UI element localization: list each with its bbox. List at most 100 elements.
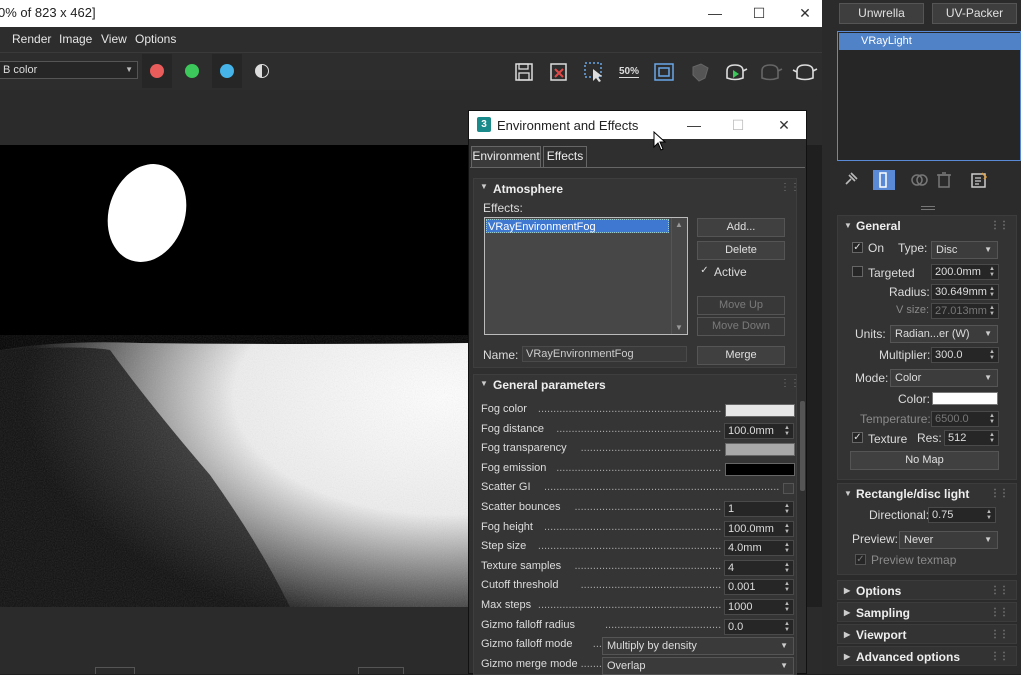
object-list[interactable]: VRayLight (837, 31, 1021, 161)
menu-render[interactable]: Render (12, 32, 51, 46)
directional-spinner[interactable]: 0.75 ▲ ▼ (928, 507, 996, 523)
zoom-50-icon[interactable]: 50% (618, 61, 640, 83)
viewport-rollout[interactable]: ▶ Viewport ⋮⋮ (837, 624, 1017, 644)
panel-resize-grip[interactable] (921, 206, 935, 210)
param-dropdown[interactable]: Multiply by density ▼ (602, 637, 794, 655)
unwrella-button[interactable]: Unwrella (839, 3, 924, 24)
no-map-button[interactable]: No Map (850, 451, 999, 470)
preview-texmap-checkbox[interactable]: ✓ (855, 554, 866, 565)
shield-icon[interactable] (689, 61, 711, 83)
modifier-stack-icon[interactable] (873, 170, 895, 190)
blue-channel-toggle[interactable] (212, 54, 242, 88)
temperature-spinner[interactable]: 6500.0 ▲ ▼ (931, 411, 999, 427)
red-channel-toggle[interactable] (142, 54, 172, 88)
menu-image[interactable]: Image (59, 32, 92, 46)
effects-list-scrollbar[interactable]: ▲ ▼ (671, 218, 687, 334)
trash-icon[interactable] (934, 170, 954, 190)
grip-icon: ⋮⋮ (990, 607, 1009, 618)
dialog-scrollbar[interactable] (800, 401, 805, 491)
active-checkbox[interactable]: ✓ (699, 266, 710, 277)
param-spinner[interactable]: 100.0mm ▲ ▼ (724, 521, 794, 537)
mode-label: Mode: (855, 371, 889, 385)
configure-icon[interactable] (969, 170, 989, 190)
teapot-icon[interactable] (792, 61, 818, 83)
param-label: Fog transparency (481, 442, 567, 454)
param-spinner[interactable]: 1 ▲ ▼ (724, 501, 794, 517)
multiplier-spinner[interactable]: 300.0 ▲ ▼ (931, 347, 999, 363)
render-region-teapot-icon[interactable] (757, 61, 783, 83)
uv-packer-button[interactable]: UV-Packer (932, 3, 1017, 24)
panel-separator[interactable] (822, 0, 830, 674)
texture-checkbox[interactable]: ✓ (852, 432, 863, 443)
channel-select[interactable]: B color ▼ (0, 61, 138, 79)
menu-options[interactable]: Options (135, 32, 176, 46)
maximize-button[interactable]: ☐ (746, 3, 772, 23)
move-down-button[interactable]: Move Down (697, 317, 785, 336)
dialog-title: Environment and Effects (497, 118, 639, 133)
vsize-spinner[interactable]: 27.013mm ▲ ▼ (931, 303, 999, 319)
targeted-spinner[interactable]: 200.0mm ▲ ▼ (931, 264, 999, 280)
pin-icon[interactable] (840, 170, 860, 190)
rectangle-rollout-header[interactable]: ▼ Rectangle/disc light ⋮⋮ (838, 484, 1016, 504)
merge-button[interactable]: Merge (697, 346, 785, 365)
make-unique-icon[interactable] (909, 170, 929, 190)
param-dropdown[interactable]: Overlap ▼ (602, 657, 794, 675)
mode-dropdown[interactable]: Color ▼ (890, 369, 998, 387)
object-list-item[interactable]: VRayLight (839, 33, 1021, 50)
param-spinner[interactable]: 100.0mm ▲ ▼ (724, 423, 794, 439)
preview-dropdown[interactable]: Never ▼ (899, 531, 998, 549)
param-value: 0.0 (728, 621, 744, 633)
dialog-maximize-button[interactable]: ☐ (725, 115, 751, 135)
options-rollout[interactable]: ▶ Options ⋮⋮ (837, 580, 1017, 600)
spinner-arrows-icon: ▲ ▼ (784, 621, 790, 633)
param-label: Fog emission (481, 462, 547, 474)
res-label: Res: (917, 431, 942, 445)
green-channel-toggle[interactable] (177, 54, 207, 88)
close-button[interactable]: ✕ (792, 3, 818, 23)
dialog-minimize-button[interactable]: — (681, 115, 707, 135)
effects-list[interactable]: VRayEnvironmentFog ▲ ▼ (484, 217, 688, 335)
region-select-icon[interactable] (583, 61, 605, 83)
param-spinner[interactable]: 4.0mm ▲ ▼ (724, 540, 794, 556)
add-button[interactable]: Add... (697, 218, 785, 237)
param-spinner[interactable]: 1000 ▲ ▼ (724, 599, 794, 615)
param-spinner[interactable]: 0.001 ▲ ▼ (724, 579, 794, 595)
units-dropdown[interactable]: Radian...er (W) ▼ (890, 325, 998, 343)
type-dropdown[interactable]: Disc ▼ (931, 241, 998, 259)
tab-environment[interactable]: Environment (471, 146, 541, 167)
effects-list-item[interactable]: VRayEnvironmentFog (486, 219, 669, 233)
param-label: Scatter bounces (481, 501, 561, 513)
advanced-options-rollout[interactable]: ▶ Advanced options ⋮⋮ (837, 646, 1017, 666)
delete-button[interactable]: Delete (697, 241, 785, 260)
color-swatch[interactable] (932, 392, 998, 405)
dialog-titlebar[interactable]: 3 Environment and Effects — ☐ ✕ (469, 111, 806, 151)
timeline-slot (358, 667, 404, 674)
targeted-checkbox[interactable] (852, 266, 863, 277)
render-teapot-icon[interactable] (722, 61, 748, 83)
param-spinner[interactable]: 0.0 ▲ ▼ (724, 619, 794, 635)
radius-spinner[interactable]: 30.649mm ▲ ▼ (931, 284, 999, 300)
on-checkbox[interactable]: ✓ (852, 242, 863, 253)
alpha-channel-icon[interactable] (255, 64, 269, 78)
move-up-button[interactable]: Move Up (697, 296, 785, 315)
sampling-rollout[interactable]: ▶ Sampling ⋮⋮ (837, 602, 1017, 622)
minimize-button[interactable]: — (702, 3, 728, 23)
param-spinner[interactable]: 4 ▲ ▼ (724, 560, 794, 576)
dialog-close-button[interactable]: ✕ (771, 115, 797, 135)
menu-view[interactable]: View (101, 32, 127, 46)
color-swatch[interactable] (725, 404, 795, 417)
leader-dots: ........................................… (537, 540, 722, 552)
param-value: 0.001 (728, 581, 756, 593)
color-swatch[interactable] (725, 463, 795, 476)
tab-effects[interactable]: Effects (543, 146, 587, 167)
chevron-down-icon: ▼ (780, 661, 788, 670)
color-swatch[interactable] (725, 443, 795, 456)
save-icon[interactable] (513, 61, 535, 83)
param-checkbox[interactable] (783, 483, 794, 494)
name-field[interactable]: VRayEnvironmentFog (522, 346, 687, 362)
general-rollout-header[interactable]: ▼ General ⋮⋮ (838, 216, 1016, 236)
res-spinner[interactable]: 512 ▲ ▼ (944, 430, 999, 446)
clear-icon[interactable] (548, 61, 570, 83)
frame-icon[interactable] (653, 61, 675, 83)
framebuffer-menubar: Render Image View Options (0, 27, 828, 52)
